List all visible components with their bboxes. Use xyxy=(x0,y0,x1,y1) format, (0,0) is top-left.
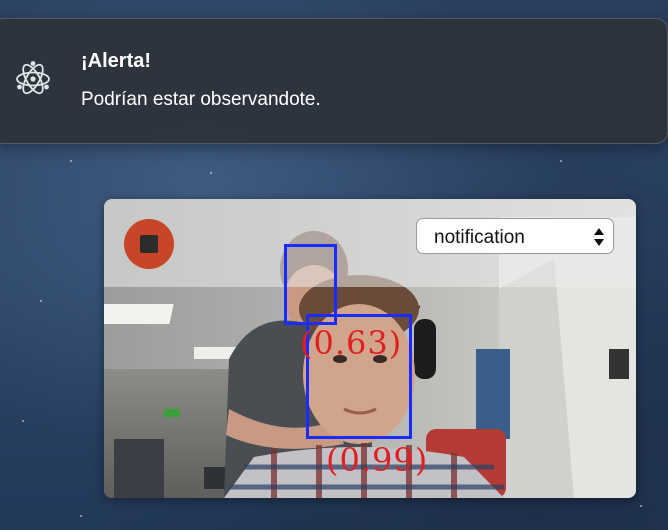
camera-window: notification (0.63) (0.99) xyxy=(104,199,636,498)
select-arrows-icon xyxy=(594,228,604,246)
background-star xyxy=(560,160,562,162)
face-detection-box xyxy=(284,244,337,325)
background-star xyxy=(80,515,82,517)
stop-recording-button[interactable] xyxy=(124,219,174,269)
background-star xyxy=(640,505,642,507)
background-star xyxy=(40,300,42,302)
notification-title: ¡Alerta! xyxy=(81,50,152,72)
alert-mode-select-value: notification xyxy=(434,227,525,248)
electron-atom-icon xyxy=(13,59,53,99)
face-confidence-label: (0.63) xyxy=(300,324,403,362)
background-star xyxy=(70,160,72,162)
background-star xyxy=(210,172,212,174)
face-confidence-label: (0.99) xyxy=(326,441,429,479)
stop-icon xyxy=(140,235,158,253)
notification-banner[interactable]: ¡Alerta! Podrían estar observandote. xyxy=(0,18,668,144)
background-star xyxy=(22,420,24,422)
notification-message: Podrían estar observandote. xyxy=(81,89,321,110)
alert-mode-select[interactable]: notification xyxy=(416,218,614,254)
